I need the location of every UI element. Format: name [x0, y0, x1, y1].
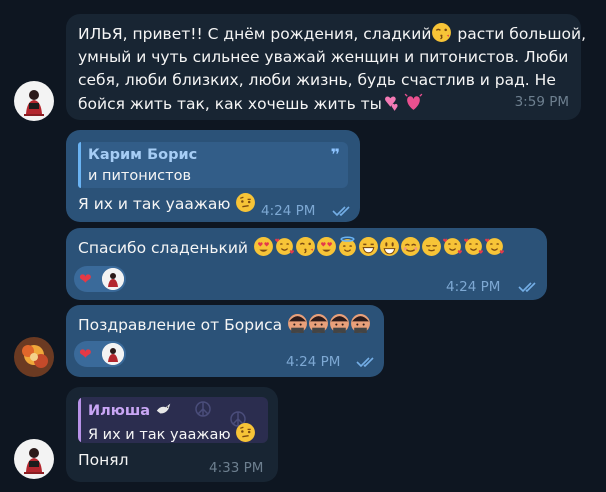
message-bubble-outgoing[interactable]: Карим Борис и питонистов ❞ Я их и так уа…: [66, 130, 360, 222]
custom-sticker-emoji-icon: [309, 314, 329, 333]
grinning-face-icon: [379, 237, 399, 256]
message-time: 4:24 PM: [286, 354, 341, 370]
avatar-image: [14, 81, 54, 121]
custom-sticker-emoji-icon: [351, 314, 371, 333]
face-with-raised-eyebrow-icon: [236, 423, 256, 442]
emoji-row: [253, 236, 505, 257]
kissing-face-icon: [295, 237, 315, 256]
message-text-line: Я их и так уаажаю: [78, 195, 231, 213]
message-time: 4:24 PM: [446, 279, 501, 295]
message-text: Я их и так уаажаю: [78, 192, 256, 216]
smiling-face-with-hearts-icon: [484, 238, 504, 255]
reaction-avatar: [102, 343, 124, 365]
message-text: Понял: [78, 451, 129, 469]
double-check-icon: [518, 281, 540, 293]
message-bubble-outgoing[interactable]: Поздравление от Бориса ❤ 4:24 PM: [66, 305, 384, 377]
smiling-face-icon: [400, 237, 420, 256]
grinning-squint-face-icon: [358, 237, 378, 256]
avatar[interactable]: [14, 439, 54, 479]
reply-text: Я их и так уаажаю: [88, 427, 231, 443]
avatar-image: [14, 439, 54, 479]
smiling-face-with-hearts-icon: [274, 238, 294, 255]
message-text: Поздравление от Бориса: [78, 313, 371, 337]
reply-preview[interactable]: Карим Борис и питонистов ❞: [78, 142, 348, 188]
message-time: 4:24 PM: [261, 203, 316, 219]
kissing-face-icon: [432, 23, 452, 42]
message-text-line: Спасибо сладенький: [78, 239, 248, 257]
two-hearts-icon: [384, 96, 398, 111]
halo-face-icon: [339, 236, 356, 256]
message-text-line: умный и чуть сильнее уважай женщин и пит…: [78, 48, 569, 66]
reply-preview[interactable]: Илюша Я их и так уаажаю: [78, 397, 268, 443]
double-check-icon: [332, 205, 354, 217]
face-with-raised-eyebrow-icon: [236, 193, 256, 212]
double-check-icon: [356, 356, 378, 368]
reply-bar: [78, 142, 81, 188]
message-bubble-outgoing[interactable]: Спасибо сладенький ❤ 4:24 PM: [66, 228, 547, 300]
growing-heart-icon: [404, 93, 423, 110]
message-text-line: себя, люби близких, люби жизнь, будь сча…: [78, 71, 556, 89]
heart-eyes-icon: [253, 237, 273, 256]
reaction-avatar: [102, 268, 124, 290]
smiling-face-with-hearts-icon: [463, 238, 483, 255]
reaction-heart[interactable]: ❤: [74, 266, 126, 292]
relieved-face-icon: [421, 237, 441, 256]
message-time: 4:33 PM: [209, 460, 264, 476]
message-text: Спасибо сладенький: [78, 236, 505, 260]
reply-author: Карим Борис: [88, 147, 198, 163]
custom-sticker-emoji-icon: [330, 314, 350, 333]
reply-author: Илюша: [88, 403, 151, 419]
dove-icon: [156, 403, 170, 414]
smiling-face-with-hearts-icon: [442, 238, 462, 255]
message-text-line: ИЛЬЯ, привет!! С днём рождения, сладкий: [78, 25, 432, 43]
message-time: 3:59 PM: [514, 94, 569, 110]
message-text-line: бойся жить так, как хочешь жить ты: [78, 95, 382, 113]
reaction-heart[interactable]: ❤: [74, 341, 126, 367]
message-bubble-incoming[interactable]: Илюша Я их и так уаажаю Понял 4:33 PM: [66, 387, 278, 482]
message-bubble-incoming[interactable]: ИЛЬЯ, привет!! С днём рождения, сладкий …: [66, 14, 586, 120]
heart-icon: ❤: [79, 270, 92, 288]
reply-text: и питонистов: [88, 168, 191, 184]
heart-eyes-icon: [316, 237, 336, 256]
chat-history: ИЛЬЯ, привет!! С днём рождения, сладкий …: [0, 0, 606, 492]
quote-icon: ❞: [330, 145, 340, 164]
avatar-image: [14, 337, 54, 377]
avatar[interactable]: [14, 81, 54, 121]
custom-sticker-emoji-icon: [288, 314, 308, 333]
avatar[interactable]: [14, 337, 54, 377]
message-text-line: расти большой,: [452, 25, 587, 43]
heart-icon: ❤: [79, 345, 92, 363]
message-text: ИЛЬЯ, привет!! С днём рождения, сладкий …: [78, 22, 586, 116]
message-text-line: Поздравление от Бориса: [78, 316, 283, 334]
emoji-row: [287, 314, 371, 334]
